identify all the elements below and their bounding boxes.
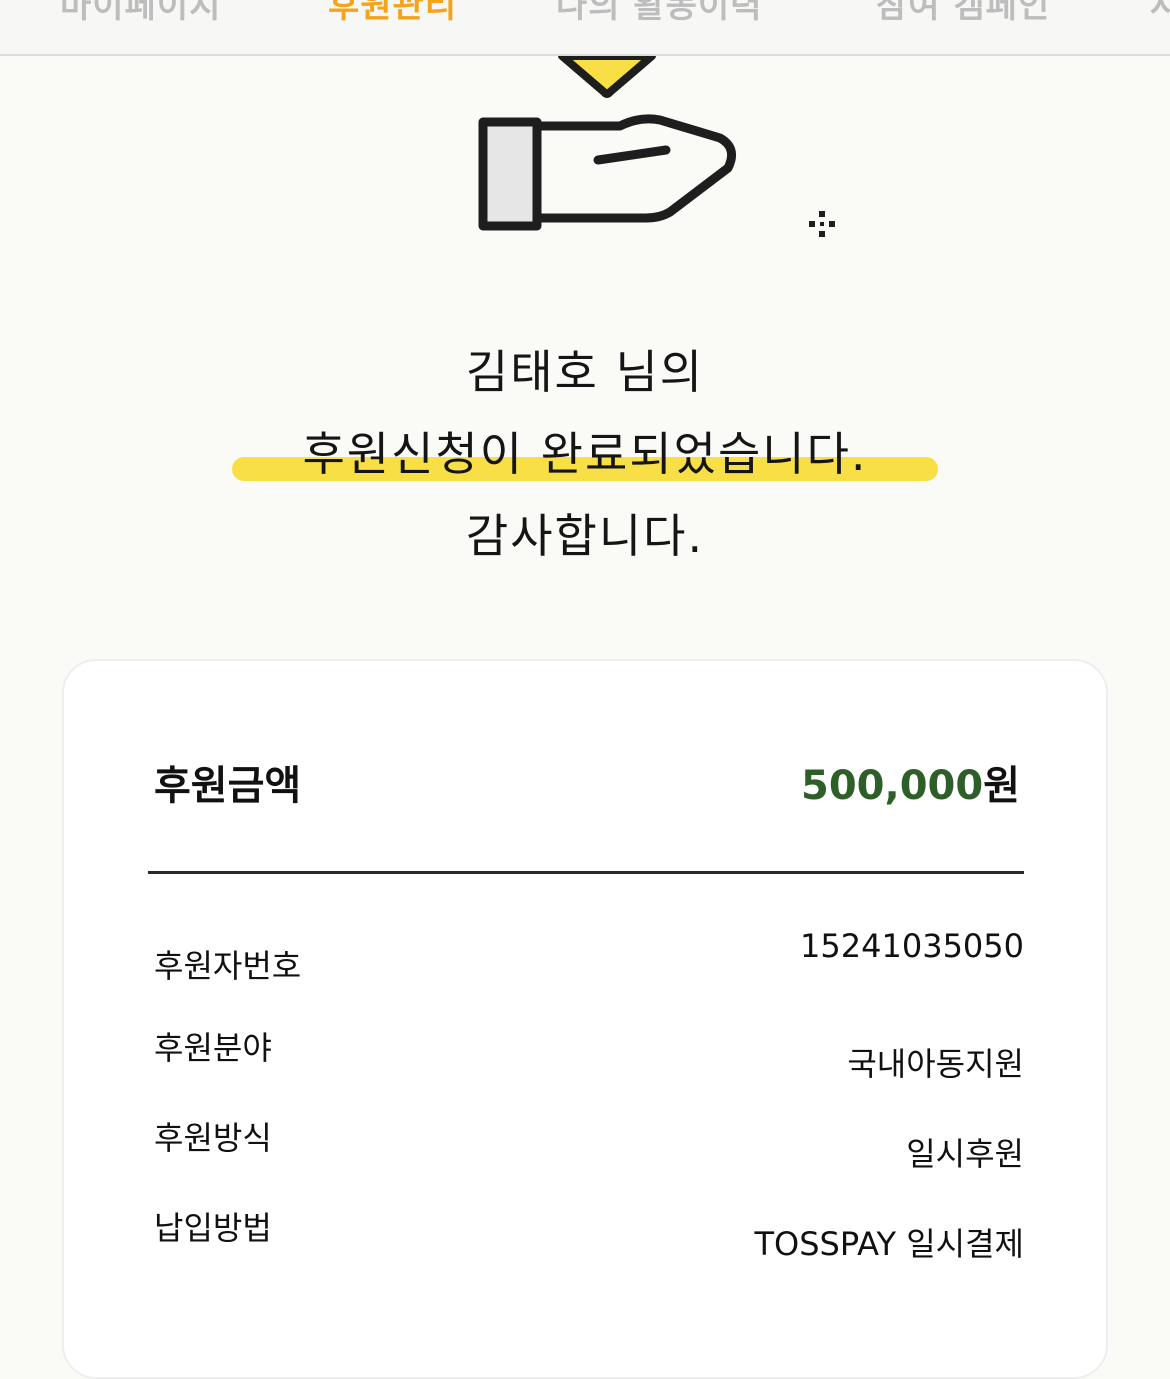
- donor-number-label: 후원자번호: [154, 947, 302, 985]
- amount-unit: 원: [983, 763, 1020, 809]
- tab-mypage[interactable]: 마이페이지: [60, 0, 221, 27]
- tab-campaigns[interactable]: 참여 캠페인: [876, 0, 1050, 27]
- donor-number-value: 15241035050: [800, 927, 1024, 965]
- donation-summary-card: 후원금액 500,000원 후원자번호 15241035050 후원분야 국내아…: [62, 659, 1108, 1379]
- donor-name-line: 김태호 님의: [465, 345, 705, 399]
- payment-method-label: 납입방법: [154, 1209, 272, 1247]
- amount-number: 500,000: [801, 763, 984, 809]
- payment-method-value: TOSSPAY 일시결제: [754, 1225, 1025, 1263]
- thanks-message: 감사합니다.: [465, 509, 705, 563]
- donation-amount-label: 후원금액: [154, 763, 302, 809]
- donation-type-value: 일시후원: [906, 1135, 1024, 1173]
- giving-hand-illustration: [478, 56, 835, 237]
- heart-icon: [558, 56, 656, 98]
- donation-field-row: 후원분야 국내아동지원: [154, 1011, 1024, 1083]
- tab-activity-history[interactable]: 나의 활동이력: [556, 0, 763, 27]
- giving-hand-icon: [478, 114, 737, 231]
- donation-type-row: 후원방식 일시후원: [154, 1101, 1024, 1173]
- donation-field-value: 국내아동지원: [847, 1045, 1024, 1083]
- completion-message: 후원신청이 완료되었습니다.: [0, 418, 1170, 484]
- donation-field-label: 후원분야: [154, 1029, 272, 1067]
- completion-text: 후원신청이 완료되었습니다.: [302, 427, 868, 481]
- donation-type-label: 후원방식: [154, 1119, 272, 1157]
- tab-donation-management[interactable]: 후원관리: [328, 0, 457, 27]
- donor-number-row: 후원자번호 15241035050: [154, 921, 1024, 985]
- donation-amount-value: 500,000원: [801, 753, 1020, 811]
- divider: [148, 871, 1024, 874]
- sparkle-icon: [809, 211, 835, 237]
- payment-method-row: 납입방법 TOSSPAY 일시결제: [154, 1191, 1024, 1263]
- donation-amount-row: 후원금액 500,000원: [150, 753, 1020, 813]
- tab-more[interactable]: 사: [1150, 0, 1170, 27]
- top-tab-bar: 마이페이지 후원관리 나의 활동이력 참여 캠페인 사: [0, 0, 1170, 56]
